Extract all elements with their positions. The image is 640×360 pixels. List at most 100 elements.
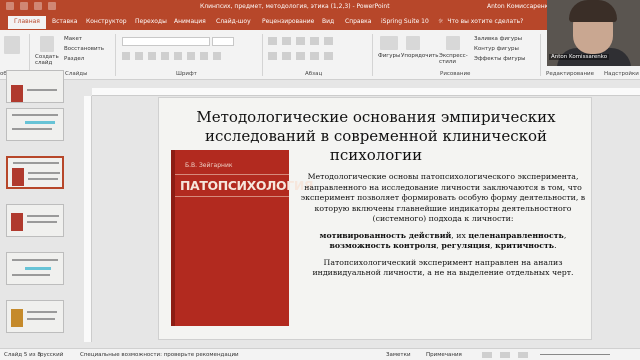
italic-icon[interactable]	[135, 52, 143, 60]
bullets-icon[interactable]	[268, 37, 277, 45]
slide-body-text[interactable]: Методологические основы патопсихологичес…	[299, 172, 587, 285]
zoom-slider[interactable]	[540, 354, 610, 355]
line-spacing-icon[interactable]	[324, 37, 333, 45]
slide-thumbnail-7[interactable]	[6, 300, 64, 333]
slideshow-icon[interactable]	[48, 2, 56, 10]
redo-icon[interactable]	[34, 2, 42, 10]
sorter-view-icon[interactable]	[500, 352, 510, 358]
text-separator: .	[554, 241, 557, 250]
shape-fill-button[interactable]: Заливка фигуры	[474, 36, 522, 42]
group-drawing-label: Рисование	[440, 71, 471, 77]
shapes-icon[interactable]	[380, 36, 398, 50]
tab-slideshow[interactable]: Слайд-шоу	[216, 18, 251, 25]
underline-icon[interactable]	[148, 52, 156, 60]
slide-canvas[interactable]: Методологические основания эмпирических …	[158, 97, 592, 340]
arrange-icon[interactable]	[406, 36, 420, 50]
language-indicator[interactable]: русский	[40, 352, 63, 358]
layout-button[interactable]: Макет	[64, 36, 82, 42]
tab-view[interactable]: Вид	[322, 18, 334, 25]
slide-thumbnail-5[interactable]	[6, 204, 64, 237]
slide-title-line-1: Методологические основания эмпирических	[196, 108, 556, 126]
quick-access-toolbar	[6, 2, 56, 10]
lightbulb-icon: ☼	[438, 18, 444, 25]
keyword-criticality: критичность	[495, 241, 555, 250]
group-slides-label: Слайды	[65, 71, 88, 77]
quick-styles-button[interactable]: Экспресс-стили	[439, 53, 469, 65]
book-cover-image[interactable]: Б.В. Зейгарник ПАТОПСИХОЛОГИЯ	[171, 150, 314, 326]
webcam-overlay: Anton Komissarenko	[547, 0, 640, 66]
increase-indent-icon[interactable]	[310, 37, 319, 45]
columns-icon[interactable]	[324, 52, 333, 60]
paragraph-list-buttons	[268, 37, 333, 45]
undo-icon[interactable]	[20, 2, 28, 10]
tab-animation[interactable]: Анимация	[174, 18, 206, 25]
group-paragraph-label: Абзац	[305, 71, 323, 77]
paragraph-align-buttons	[268, 52, 333, 60]
keyword-control: контроля	[393, 241, 437, 250]
status-bar: Слайд 5 из 8 русский Специальные возможн…	[0, 348, 640, 360]
tab-home[interactable]: Главная	[8, 16, 46, 29]
tab-help[interactable]: Справка	[345, 18, 371, 25]
bold-icon[interactable]	[122, 52, 130, 60]
shadow-icon[interactable]	[174, 52, 182, 60]
reset-button[interactable]: Восстановить	[64, 46, 104, 52]
slide-thumbnail-2[interactable]	[6, 70, 64, 103]
save-icon[interactable]	[6, 2, 14, 10]
book-author: Б.В. Зейгарник	[185, 162, 233, 169]
decrease-indent-icon[interactable]	[296, 37, 305, 45]
normal-view-icon[interactable]	[482, 352, 492, 358]
font-family-select[interactable]	[122, 37, 210, 46]
slide-thumbnail-6[interactable]	[6, 252, 64, 285]
numbering-icon[interactable]	[282, 37, 291, 45]
addins-button[interactable]: Надстройки	[604, 71, 639, 77]
tab-ispring[interactable]: iSpring Suite 10	[381, 18, 429, 25]
tell-me-search[interactable]: ☼ Что вы хотите сделать?	[438, 18, 523, 25]
arrange-button[interactable]: Упорядочить	[401, 53, 439, 59]
new-slide-button[interactable]: Создать слайд	[35, 54, 61, 66]
paste-icon[interactable]	[4, 36, 20, 54]
accessibility-status[interactable]: Специальные возможности: проверьте реком…	[80, 352, 239, 358]
tab-insert[interactable]: Вставка	[52, 18, 77, 25]
align-center-icon[interactable]	[282, 52, 291, 60]
webcam-name: Anton Komissarenko	[549, 54, 610, 60]
tab-design[interactable]: Конструктор	[86, 18, 127, 25]
strikethrough-icon[interactable]	[161, 52, 169, 60]
slide-thumbnail-3[interactable]	[6, 108, 64, 141]
ribbon: обмена Создать слайд Макет Восстановить …	[0, 30, 640, 80]
slide-thumbnail-pane	[0, 70, 68, 348]
text-separator: ,	[563, 230, 567, 240]
body-paragraph-1: Методологические основы патопсихологичес…	[300, 172, 586, 223]
window-title: Клинпсих, предмет, методология, этика (1…	[200, 3, 390, 10]
book-title: ПАТОПСИХОЛОГИЯ	[180, 178, 314, 193]
tab-review[interactable]: Рецензирование	[262, 18, 314, 25]
text-separator: , их	[451, 230, 469, 240]
align-right-icon[interactable]	[296, 52, 305, 60]
slide-counter: Слайд 5 из 8	[4, 352, 41, 358]
body-paragraph-2: мотивированность действий, их целенаправ…	[299, 231, 587, 252]
keyword-motivation: мотивированность действий	[319, 230, 452, 240]
spacing-icon[interactable]	[187, 52, 195, 60]
shape-effects-button[interactable]: Эффекты фигуры	[474, 56, 526, 62]
keyword-regulation: регуляция	[441, 241, 491, 250]
font-color-icon[interactable]	[213, 52, 221, 60]
account-name[interactable]: Anton Комиссаренко	[487, 3, 552, 10]
tab-transitions[interactable]: Переходы	[135, 18, 167, 25]
body-paragraph-3: Патопсихологический эксперимент направле…	[312, 257, 574, 278]
group-font-label: Шрифт	[176, 71, 197, 77]
reading-view-icon[interactable]	[518, 352, 528, 358]
shape-outline-button[interactable]: Контур фигуры	[474, 46, 519, 52]
align-left-icon[interactable]	[268, 52, 277, 60]
case-icon[interactable]	[200, 52, 208, 60]
justify-icon[interactable]	[310, 52, 319, 60]
vertical-ruler	[84, 96, 92, 342]
font-size-select[interactable]	[212, 37, 234, 46]
section-button[interactable]: Раздел	[64, 56, 84, 62]
slide-thumbnail-4[interactable]	[6, 156, 64, 189]
comments-button[interactable]: Примечания	[426, 352, 462, 358]
shapes-button[interactable]: Фигуры	[378, 53, 400, 59]
editing-button[interactable]: Редактирование	[546, 71, 594, 77]
quick-styles-icon[interactable]	[446, 36, 460, 50]
new-slide-icon[interactable]	[40, 36, 54, 52]
keyword-purpose: целенаправленность	[468, 230, 564, 240]
notes-button[interactable]: Заметки	[386, 352, 411, 358]
